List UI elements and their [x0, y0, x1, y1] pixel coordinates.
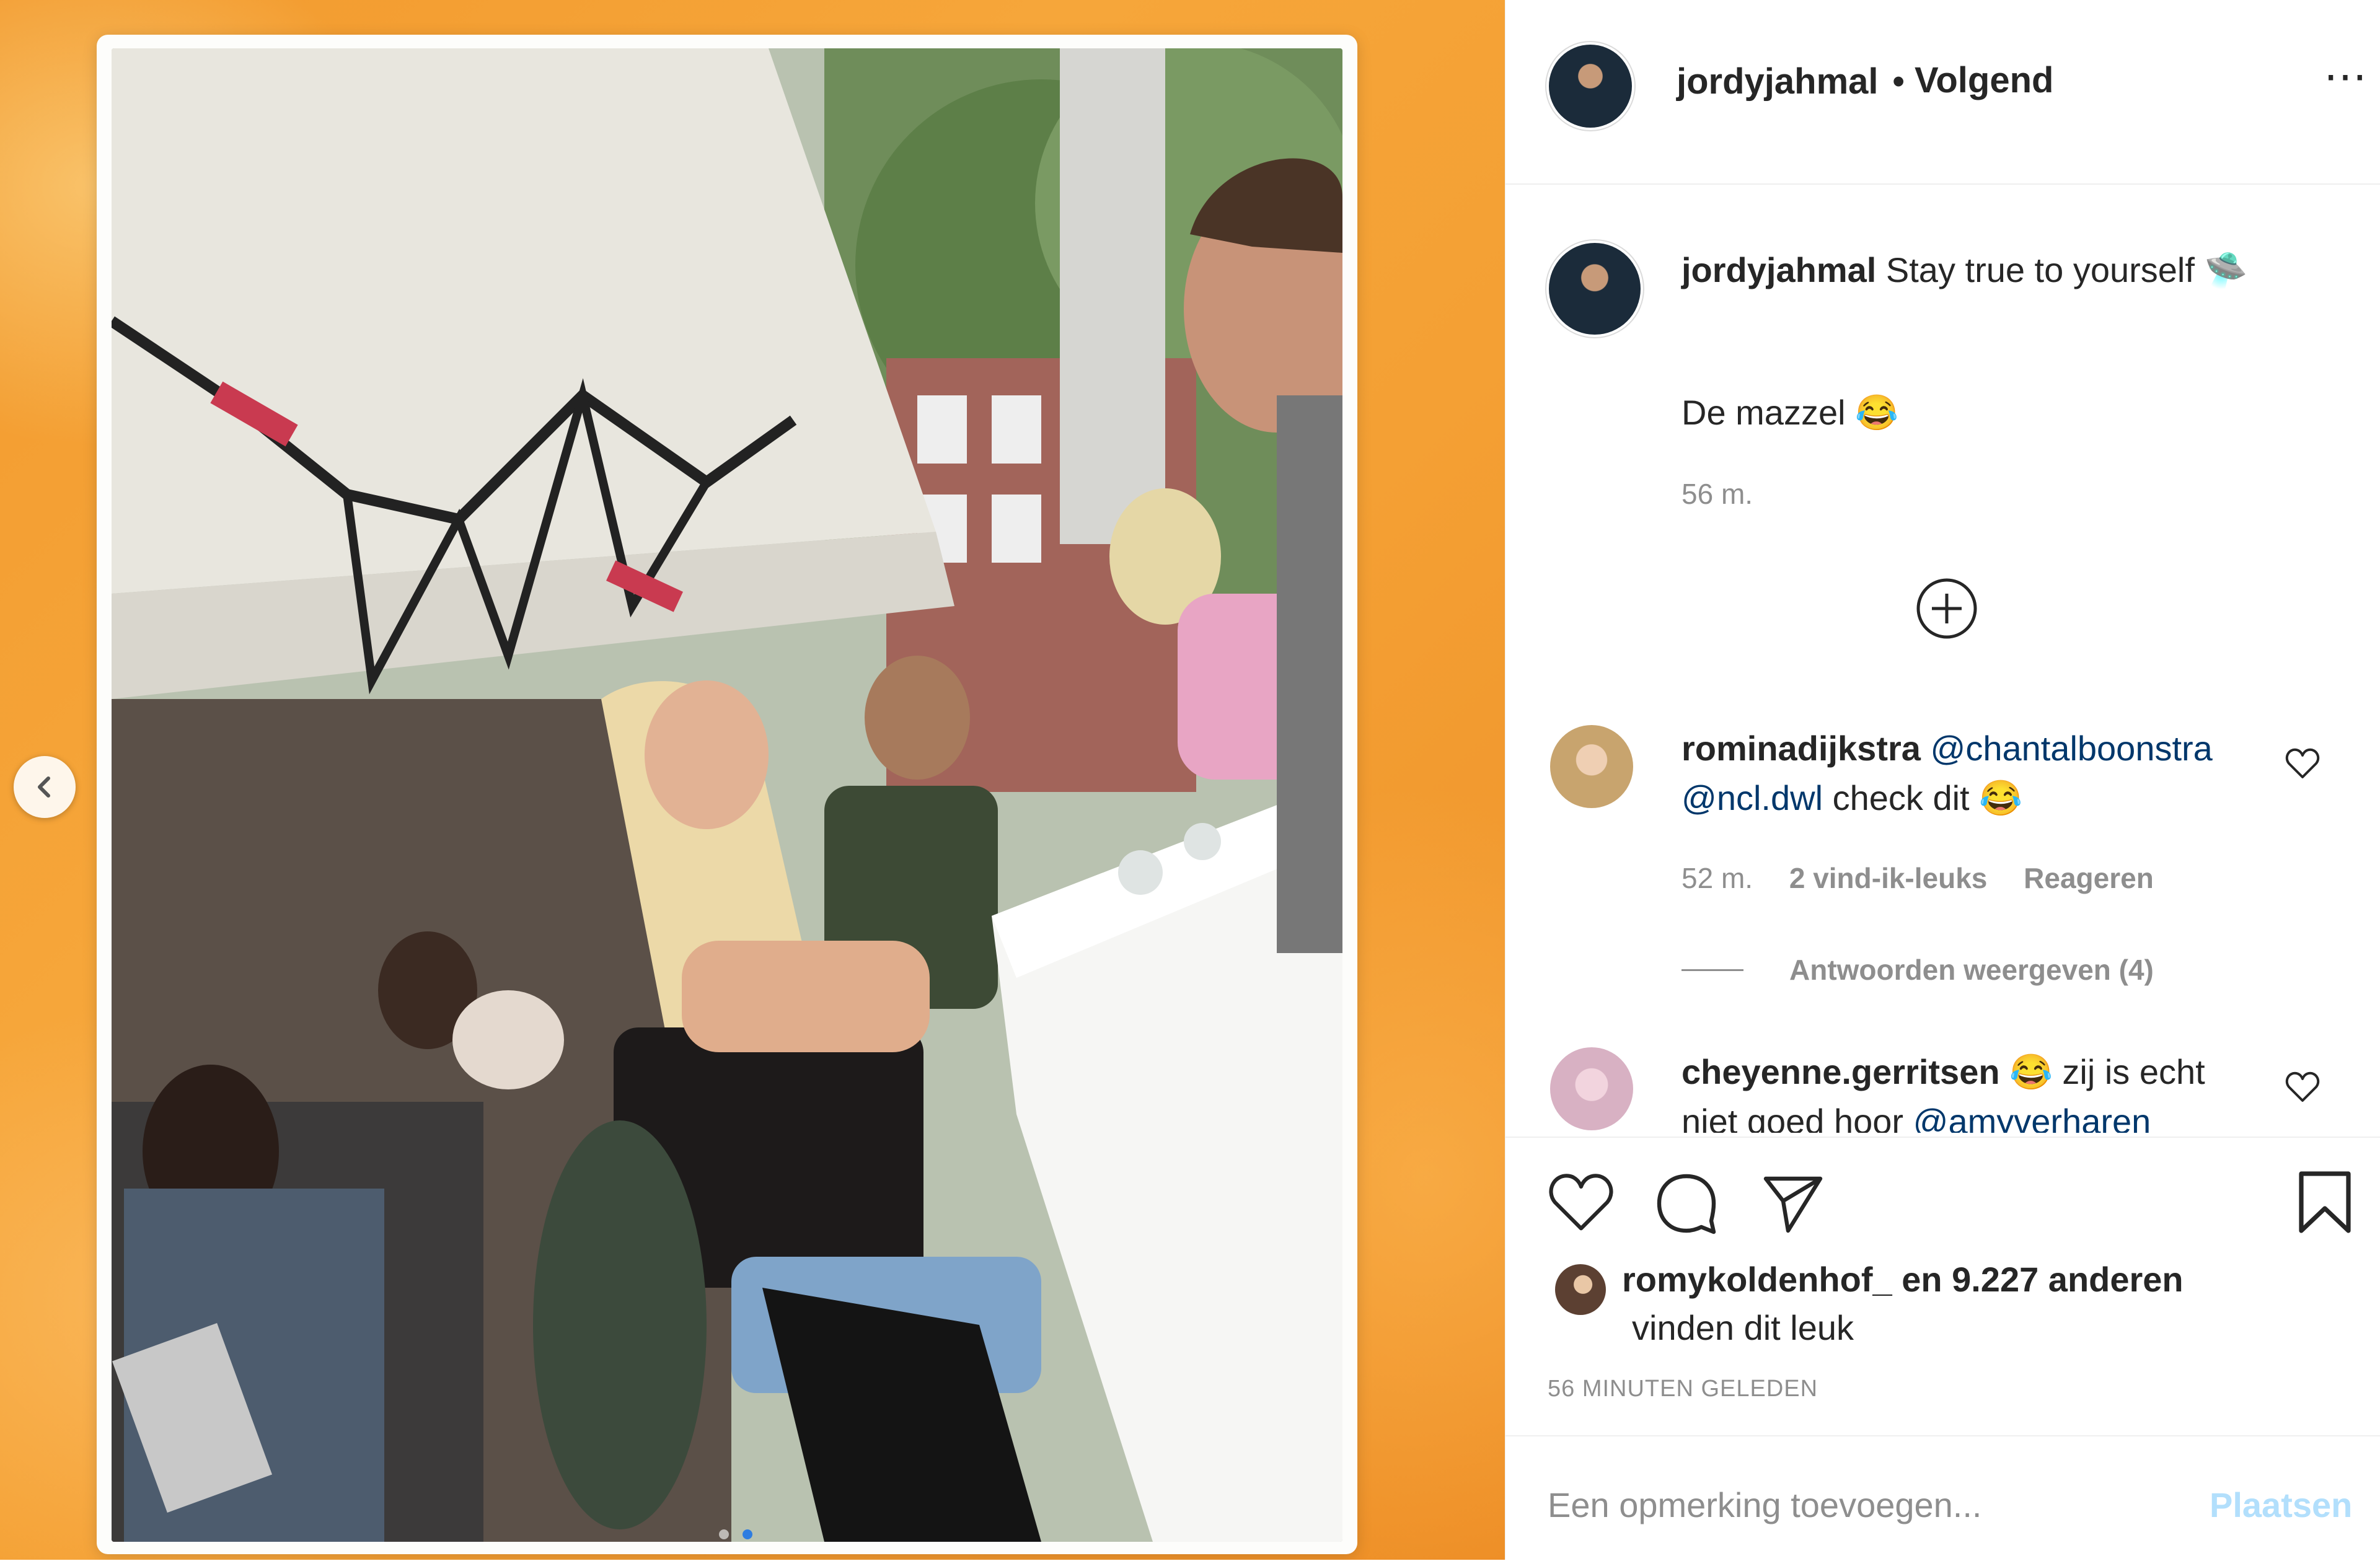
likes-suffix: vinden dit leuk — [1632, 1308, 1854, 1347]
reply-button[interactable]: Reageren — [2024, 862, 2154, 894]
comment-text: check dit — [1832, 778, 1970, 817]
previous-photo-button[interactable] — [14, 756, 76, 818]
post-timestamp: 56 MINUTEN GELEDEN — [1548, 1376, 1818, 1402]
comment-likes-count[interactable]: 2 vind-ik-leuks — [1789, 862, 1988, 894]
laughing-emoji: 😂 — [1855, 393, 1898, 432]
replies-divider — [1681, 969, 1743, 971]
author-avatar[interactable] — [1549, 45, 1632, 128]
laughing-emoji: 😂 — [2009, 1052, 2053, 1091]
view-replies-label: Antwoorden weergeven (4) — [1789, 954, 2154, 986]
like-heart-icon[interactable] — [1548, 1171, 1615, 1233]
carousel-indicator — [719, 1529, 752, 1539]
comment-body: rominadijkstra @chantalboonstra @ncl.dwl… — [1681, 724, 2264, 823]
caption-line-2: De mazzel 😂 — [1681, 388, 1898, 438]
follow-status-button[interactable]: Volgend — [1915, 59, 2053, 101]
caption-author-avatar[interactable] — [1549, 243, 1641, 335]
post-header: jordyjahmal • Volgend ⋯ — [1505, 0, 2380, 185]
comment-username[interactable]: rominadijkstra — [1681, 729, 1921, 768]
comments-list[interactable]: jordyjahmal Stay true to yourself 🛸 De m… — [1505, 185, 2380, 1133]
caption-username[interactable]: jordyjahmal — [1681, 250, 1876, 289]
mention-link[interactable]: @ncl.dwl — [1681, 778, 1823, 817]
likes-count-link[interactable]: en 9.227 anderen — [1902, 1260, 2183, 1299]
chevron-left-icon — [38, 776, 50, 798]
add-comment-input[interactable] — [1548, 1480, 2167, 1529]
liker-avatar[interactable] — [1555, 1264, 1606, 1315]
comment-timestamp: 52 m. — [1681, 862, 1753, 894]
caption-line-2-text: De mazzel — [1681, 393, 1846, 432]
plus-circle-icon — [1916, 578, 1977, 639]
comment-bubble-icon[interactable] — [1654, 1171, 1719, 1236]
photo-frame — [97, 35, 1357, 1554]
comment-meta: 52 m. 2 vind-ik-leuks Reageren — [1681, 861, 2154, 895]
comment-text-continued: niet goed hoor — [1681, 1102, 1904, 1133]
carousel-dot-active — [743, 1529, 752, 1539]
mention-link[interactable]: @amyverharen — [1913, 1102, 2151, 1133]
post-comment-button[interactable]: Plaatsen — [2210, 1485, 2352, 1525]
load-more-comments-button[interactable] — [1915, 576, 1979, 641]
mention-link[interactable]: @chantalboonstra — [1930, 729, 2212, 768]
first-liker-username[interactable]: romykoldenhof_ — [1622, 1260, 1892, 1299]
comment-like-heart-icon[interactable] — [2285, 747, 2320, 780]
laughing-emoji: 😂 — [1979, 778, 2022, 817]
add-comment-bar: Plaatsen — [1505, 1435, 2380, 1561]
post-side-panel: jordyjahmal • Volgend ⋯ jordyjahmal Stay… — [1505, 0, 2380, 1560]
post-photo[interactable] — [112, 48, 1342, 1542]
commenter-avatar[interactable] — [1550, 1047, 1633, 1130]
bookmark-save-icon[interactable] — [2296, 1169, 2353, 1236]
commenter-avatar[interactable] — [1550, 725, 1633, 808]
likes-summary: romykoldenhof_ en 9.227 anderen — [1622, 1259, 2184, 1299]
comment-like-heart-icon[interactable] — [2285, 1071, 2320, 1103]
separator-dot: • — [1892, 61, 1905, 102]
view-replies-button[interactable]: Antwoorden weergeven (4) — [1681, 953, 2154, 987]
comment-text: zij is echt — [2062, 1052, 2205, 1091]
caption: jordyjahmal Stay true to yourself 🛸 — [1681, 245, 2247, 295]
author-username[interactable]: jordyjahmal — [1677, 61, 1879, 102]
carousel-dot — [719, 1529, 729, 1539]
comment-body: cheyenne.gerritsen 😂 zij is echt niet go… — [1681, 1047, 2264, 1133]
comment-username[interactable]: cheyenne.gerritsen — [1681, 1052, 2000, 1091]
share-send-icon[interactable] — [1761, 1171, 1825, 1236]
caption-timestamp: 56 m. — [1681, 478, 1753, 510]
restaurant-terrace-photo — [112, 48, 1342, 1542]
caption-text: Stay true to yourself — [1885, 250, 2195, 289]
more-options-icon[interactable]: ⋯ — [2324, 55, 2368, 98]
ufo-emoji: 🛸 — [2204, 250, 2248, 289]
media-panel — [0, 0, 1505, 1560]
